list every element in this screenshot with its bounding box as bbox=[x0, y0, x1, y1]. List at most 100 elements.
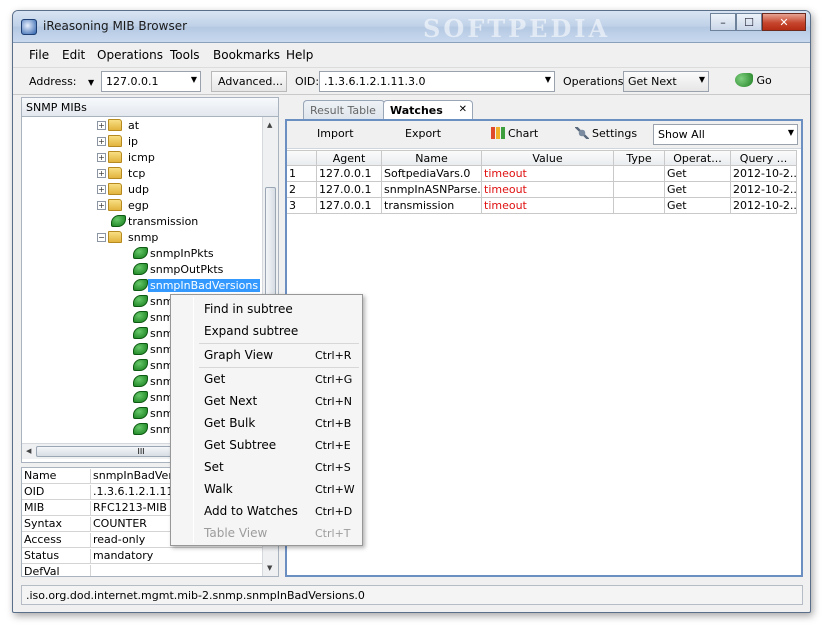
column-header[interactable]: Agent bbox=[317, 150, 382, 166]
menu-operations[interactable]: Operations bbox=[97, 48, 163, 62]
context-item-graph-view[interactable]: Graph View bbox=[204, 348, 273, 362]
folder-icon bbox=[108, 183, 122, 195]
address-combo[interactable]: 127.0.0.1 ▼ bbox=[101, 71, 201, 92]
menu-file[interactable]: File bbox=[29, 48, 49, 62]
address-history-arrow-icon[interactable]: ▼ bbox=[88, 78, 94, 87]
tree-item-snmpinbadversions[interactable]: snmpInBadVersions bbox=[22, 278, 262, 294]
leaf-icon bbox=[133, 247, 148, 259]
tree-item-egp[interactable]: + egp bbox=[22, 198, 262, 214]
column-header[interactable]: Value bbox=[482, 150, 614, 166]
table-cell: timeout bbox=[482, 182, 614, 198]
oid-label: OID: bbox=[295, 75, 320, 88]
property-key: Syntax bbox=[24, 517, 63, 530]
advanced-button[interactable]: Advanced... bbox=[211, 71, 287, 92]
chevron-down-icon: ▼ bbox=[698, 75, 705, 84]
menu-help[interactable]: Help bbox=[286, 48, 313, 62]
column-header[interactable]: Operat... bbox=[665, 150, 731, 166]
context-item-get[interactable]: Get bbox=[204, 372, 225, 386]
minimize-button[interactable]: – bbox=[710, 13, 736, 31]
menu-tools[interactable]: Tools bbox=[170, 48, 200, 62]
tree-item-label: snmp bbox=[128, 231, 159, 244]
settings-button[interactable]: Settings bbox=[575, 127, 637, 140]
context-item-expand-subtree[interactable]: Expand subtree bbox=[204, 324, 298, 338]
expand-toggle-icon[interactable]: + bbox=[97, 121, 106, 130]
close-tab-icon[interactable]: ✕ bbox=[459, 104, 467, 115]
scroll-down-icon[interactable]: ▼ bbox=[267, 564, 272, 572]
table-row[interactable]: 1 127.0.0.1 SoftpediaVars.0 timeout Get 2012-… bbox=[287, 166, 801, 182]
scroll-left-icon[interactable]: ◀ bbox=[26, 447, 31, 455]
expand-toggle-icon[interactable]: + bbox=[97, 185, 106, 194]
tree-item-ip[interactable]: + ip bbox=[22, 134, 262, 150]
context-item-get-bulk[interactable]: Get Bulk bbox=[204, 416, 255, 430]
tree-item-label: snmpInBadVersions bbox=[148, 279, 261, 292]
table-cell bbox=[614, 166, 665, 182]
table-row[interactable]: 2 127.0.0.1 snmpInASNParse... timeout Get 201… bbox=[287, 182, 801, 198]
property-value: mandatory bbox=[90, 549, 264, 564]
oid-value: .1.3.6.1.2.1.11.3.0 bbox=[324, 75, 426, 88]
column-header[interactable]: Type bbox=[614, 150, 665, 166]
chevron-down-icon: ▼ bbox=[190, 75, 197, 84]
expand-toggle-icon[interactable]: + bbox=[97, 137, 106, 146]
context-item-add-to-watches[interactable]: Add to Watches bbox=[204, 504, 298, 518]
operations-select[interactable]: Get Next ▼ bbox=[623, 71, 709, 92]
tree-item-tcp[interactable]: + tcp bbox=[22, 166, 262, 182]
property-key: Access bbox=[24, 533, 62, 546]
expand-toggle-icon[interactable]: + bbox=[97, 201, 106, 210]
context-item-set[interactable]: Set bbox=[204, 460, 224, 474]
wrench-icon bbox=[575, 127, 589, 139]
title-bar[interactable]: iReasoning MIB Browser SOFTPEDIA – ☐ ✕ bbox=[13, 11, 810, 43]
import-button[interactable]: Import bbox=[317, 127, 354, 140]
column-header[interactable] bbox=[287, 150, 317, 166]
shortcut-label: Ctrl+B bbox=[315, 417, 352, 430]
context-item-find-in-subtree[interactable]: Find in subtree bbox=[204, 302, 293, 316]
expand-toggle-icon[interactable]: + bbox=[97, 153, 106, 162]
tree-item-snmpinpkts[interactable]: snmpInPkts bbox=[22, 246, 262, 262]
maximize-button[interactable]: ☐ bbox=[736, 13, 762, 31]
scroll-up-icon[interactable]: ▲ bbox=[267, 121, 272, 129]
leaf-icon bbox=[133, 375, 148, 387]
leaf-icon bbox=[133, 407, 148, 419]
go-button[interactable]: Go bbox=[735, 73, 772, 87]
tree-item-transmission[interactable]: transmission bbox=[22, 214, 262, 230]
leaf-icon bbox=[111, 215, 126, 227]
chart-button[interactable]: Chart bbox=[491, 127, 538, 140]
tree-item-at[interactable]: + at bbox=[22, 118, 262, 134]
shortcut-label: Ctrl+N bbox=[315, 395, 353, 408]
address-label: Address: bbox=[29, 75, 77, 88]
tree-context-menu: Find in subtree Expand subtree Graph View C… bbox=[170, 294, 363, 546]
property-key: Status bbox=[24, 549, 60, 562]
folder-icon bbox=[108, 199, 122, 211]
tab-watches[interactable]: Watches ✕ bbox=[383, 100, 473, 119]
address-value: 127.0.0.1 bbox=[106, 75, 159, 88]
tree-item-snmpoutpkts[interactable]: snmpOutPkts bbox=[22, 262, 262, 278]
operations-label: Operations: bbox=[563, 75, 628, 88]
table-row[interactable]: 3 127.0.0.1 transmission timeout Get 2012-10-… bbox=[287, 198, 801, 214]
column-header[interactable]: Query ... bbox=[731, 150, 797, 166]
table-cell: timeout bbox=[482, 166, 614, 182]
watch-filter-select[interactable]: Show All ▼ bbox=[653, 124, 798, 145]
context-item-get-next[interactable]: Get Next bbox=[204, 394, 257, 408]
tree-item-label: at bbox=[128, 119, 140, 132]
tree-item-udp[interactable]: + udp bbox=[22, 182, 262, 198]
menu-edit[interactable]: Edit bbox=[62, 48, 85, 62]
close-button[interactable]: ✕ bbox=[762, 13, 806, 31]
tree-item-icmp[interactable]: + icmp bbox=[22, 150, 262, 166]
tree-item-snmp[interactable]: − snmp bbox=[22, 230, 262, 246]
expand-toggle-icon[interactable]: − bbox=[97, 233, 106, 242]
table-cell: Get bbox=[665, 198, 731, 214]
menu-separator bbox=[199, 367, 359, 368]
menu-bookmarks[interactable]: Bookmarks bbox=[213, 48, 280, 62]
context-item-get-subtree[interactable]: Get Subtree bbox=[204, 438, 276, 452]
property-key: DefVal bbox=[24, 565, 60, 577]
tab-result-table[interactable]: Result Table bbox=[303, 100, 385, 119]
table-cell: transmission bbox=[382, 198, 482, 214]
folder-icon bbox=[108, 135, 122, 147]
property-value bbox=[90, 565, 264, 576]
oid-combo[interactable]: .1.3.6.1.2.1.11.3.0 ▼ bbox=[319, 71, 555, 92]
context-item-walk[interactable]: Walk bbox=[204, 482, 233, 496]
expand-toggle-icon[interactable]: + bbox=[97, 169, 106, 178]
export-button[interactable]: Export bbox=[405, 127, 441, 140]
leaf-icon bbox=[133, 263, 148, 275]
operations-value: Get Next bbox=[628, 75, 677, 88]
column-header[interactable]: Name bbox=[382, 150, 482, 166]
